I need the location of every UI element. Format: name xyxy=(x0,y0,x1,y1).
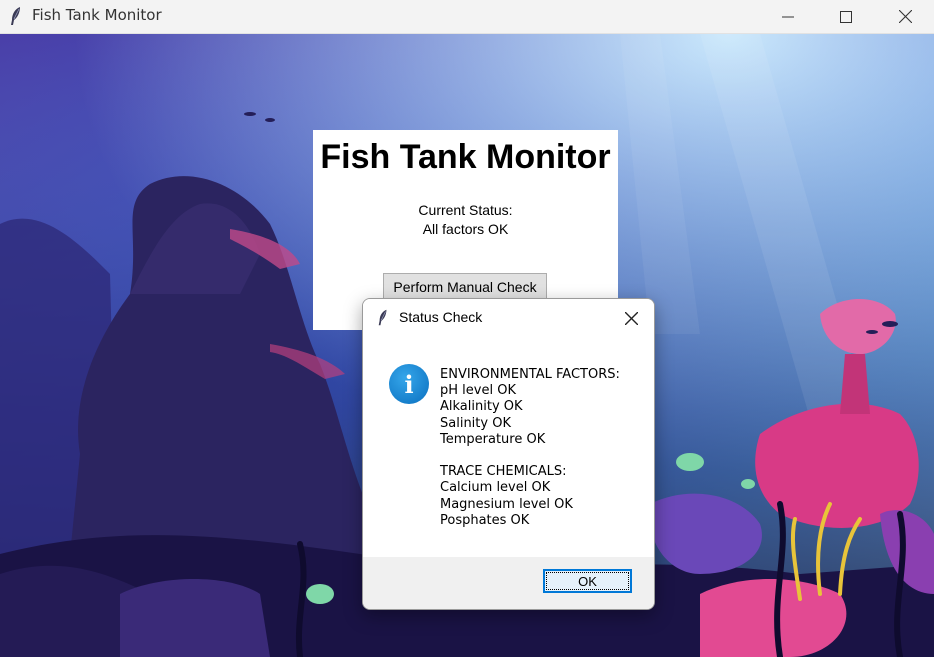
page-title: Fish Tank Monitor xyxy=(320,138,611,176)
ok-button[interactable]: OK xyxy=(543,569,632,593)
maximize-button[interactable] xyxy=(817,0,875,33)
minimize-button[interactable] xyxy=(759,0,817,33)
status-value: All factors OK xyxy=(422,221,509,237)
info-icon: i xyxy=(389,364,429,404)
dialog-footer: OK xyxy=(363,557,654,609)
maximize-icon xyxy=(840,10,852,23)
manual-check-button[interactable]: Perform Manual Check xyxy=(383,273,547,301)
close-icon xyxy=(624,311,638,325)
feather-icon xyxy=(378,309,387,326)
feather-icon xyxy=(11,7,20,25)
close-icon xyxy=(898,10,912,23)
minimize-icon xyxy=(782,16,794,17)
close-button[interactable] xyxy=(876,0,934,33)
dialog-close-button[interactable] xyxy=(613,303,649,333)
dialog-message: ENVIRONMENTAL FACTORS: pH level OK Alkal… xyxy=(440,367,620,528)
status-label: Current Status: xyxy=(418,202,513,218)
dialog-body: i ENVIRONMENTAL FACTORS: pH level OK Alk… xyxy=(363,336,654,557)
dialog-title: Status Check xyxy=(399,309,483,325)
dialog-titlebar[interactable]: Status Check xyxy=(363,299,654,336)
status-check-dialog: Status Check i ENVIRONMENTAL FACTORS: pH… xyxy=(362,298,655,610)
status-block: Current Status: All factors OK xyxy=(313,201,618,239)
window-title: Fish Tank Monitor xyxy=(32,6,162,24)
window-titlebar[interactable]: Fish Tank Monitor xyxy=(0,0,934,34)
